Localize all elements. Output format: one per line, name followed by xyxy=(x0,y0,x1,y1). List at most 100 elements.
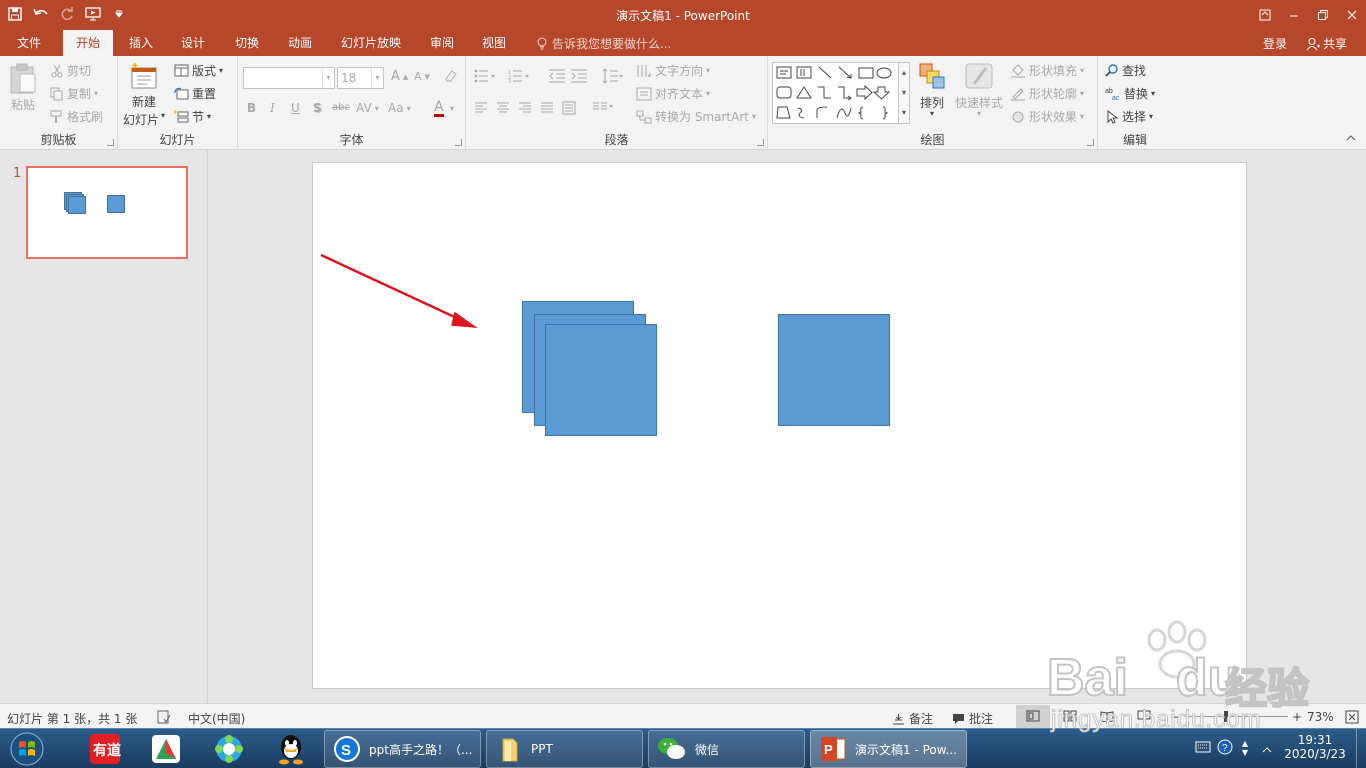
login-link[interactable]: 登录 xyxy=(1263,35,1287,52)
youdao-icon[interactable]: 有道 xyxy=(80,731,130,767)
quick-styles-icon xyxy=(965,63,993,89)
underline-button[interactable]: U xyxy=(291,101,300,115)
taskbar-task-powerpoint[interactable]: P 演示文稿1 - Pow... xyxy=(810,730,967,768)
notes-button[interactable]: 备注 xyxy=(892,710,933,727)
bullets-icon[interactable] xyxy=(474,69,496,83)
bold-button[interactable]: B xyxy=(247,101,256,115)
tab-insert[interactable]: 插入 xyxy=(118,30,164,56)
arrange-button[interactable]: 排列 ▾ xyxy=(918,62,946,118)
app-colorful-icon[interactable] xyxy=(141,731,191,767)
paste-button[interactable]: 粘贴 xyxy=(8,62,38,113)
taskbar-task-sogou[interactable]: S ppt高手之路！（... xyxy=(324,730,481,768)
italic-button[interactable]: I xyxy=(270,101,275,115)
tab-home[interactable]: 开始 xyxy=(63,30,113,56)
tell-me-box[interactable]: 告诉我您想要做什么... xyxy=(536,35,671,52)
shapes-gallery[interactable] xyxy=(772,62,899,124)
text-direction-label: 文字方向 xyxy=(655,64,704,78)
layout-button[interactable]: 版式 ▾ xyxy=(174,62,223,79)
drawing-dialog-launcher[interactable] xyxy=(1087,139,1094,146)
spellcheck-icon[interactable] xyxy=(157,710,171,724)
align-left-icon[interactable] xyxy=(474,102,488,114)
font-name-combo[interactable]: ▾ xyxy=(243,67,335,89)
text-direction-button[interactable]: 文字方向 ▾ xyxy=(636,62,710,79)
share-button[interactable]: 共享 xyxy=(1300,33,1353,54)
start-button[interactable] xyxy=(2,731,52,767)
new-slide-button[interactable]: 新建 幻灯片 ▾ xyxy=(123,62,165,128)
tray-expand-icon[interactable] xyxy=(1262,743,1272,757)
tab-design[interactable]: 设计 xyxy=(170,30,216,56)
taskbar-task-explorer[interactable]: PPT xyxy=(486,730,643,768)
align-text-button[interactable]: 对齐文本 ▾ xyxy=(636,85,710,102)
clear-formatting-icon[interactable] xyxy=(443,68,458,83)
increase-indent-icon[interactable] xyxy=(570,69,588,83)
keyboard-icon[interactable] xyxy=(1195,741,1211,756)
fit-to-window-icon[interactable] xyxy=(1345,710,1359,724)
shadow-button[interactable]: S xyxy=(313,101,322,115)
cut-button[interactable]: 剪切 xyxy=(50,62,91,79)
ribbon-display-options-icon[interactable] xyxy=(1250,0,1279,30)
help-icon[interactable]: ? xyxy=(1217,739,1233,758)
thumb-shape xyxy=(68,196,86,214)
quick-styles-button[interactable]: 快速样式 ▾ xyxy=(955,62,1003,118)
align-center-icon[interactable] xyxy=(496,102,510,114)
tab-transitions[interactable]: 切换 xyxy=(224,30,270,56)
shape-outline-button[interactable]: 形状轮廓 ▾ xyxy=(1010,85,1084,102)
align-text-label: 对齐文本 xyxy=(655,87,704,101)
comment-icon xyxy=(953,713,964,724)
tab-slideshow[interactable]: 幻灯片放映 xyxy=(333,30,409,56)
format-painter-button[interactable]: 格式刷 xyxy=(50,108,103,125)
justify-icon[interactable] xyxy=(540,102,554,114)
tray-overflow-icon[interactable]: ▲ ▼ xyxy=(1242,739,1248,757)
show-desktop-button[interactable] xyxy=(1356,729,1366,768)
tab-review[interactable]: 审阅 xyxy=(419,30,465,56)
shape-effects-icon xyxy=(1012,111,1024,122)
collapse-ribbon-icon[interactable] xyxy=(1346,134,1356,145)
slide-thumbnail[interactable] xyxy=(26,166,188,259)
shrink-font-button[interactable]: A ▼ xyxy=(414,70,430,83)
replace-button[interactable]: ab ac 替换 ▾ xyxy=(1105,85,1155,102)
tab-animations[interactable]: 动画 xyxy=(277,30,323,56)
tab-file[interactable]: 文件 xyxy=(0,30,58,56)
grow-font-button[interactable]: A ▲ xyxy=(391,69,408,84)
comments-button[interactable]: 批注 xyxy=(952,710,993,727)
line-spacing-icon[interactable] xyxy=(602,68,624,84)
shape-effects-button[interactable]: 形状效果 ▾ xyxy=(1010,108,1084,125)
find-button[interactable]: 查找 xyxy=(1105,62,1146,79)
tab-view[interactable]: 视图 xyxy=(471,30,517,56)
columns-icon[interactable] xyxy=(592,102,614,114)
ribbon-tab-bar: 文件 开始 插入 设计 切换 动画 幻灯片放映 审阅 视图 告诉我您想要做什么.… xyxy=(0,30,1366,56)
convert-smartart-button[interactable]: 转换为 SmartArt ▾ xyxy=(636,108,756,125)
cursor-icon xyxy=(1107,109,1119,124)
app-flower-icon[interactable] xyxy=(204,731,254,767)
shapes-gallery-scroll[interactable]: ▴ ▾ ▾ xyxy=(899,62,910,124)
clipboard-dialog-launcher[interactable] xyxy=(107,139,114,146)
taskbar-task-wechat[interactable]: 微信 xyxy=(648,730,805,768)
distributed-icon[interactable] xyxy=(562,101,576,115)
font-dialog-launcher[interactable] xyxy=(455,139,462,146)
char-spacing-button[interactable]: AV ▾ xyxy=(356,101,379,115)
shape-fill-button[interactable]: 形状填充 ▾ xyxy=(1010,62,1084,79)
font-color-dropdown[interactable]: ▾ xyxy=(450,104,454,113)
change-case-button[interactable]: Aa ▾ xyxy=(388,101,411,115)
folder-icon xyxy=(502,738,518,762)
minimize-icon[interactable] xyxy=(1279,0,1308,30)
slide-info: 幻灯片 第 1 张，共 1 张 xyxy=(7,712,138,726)
align-right-icon[interactable] xyxy=(518,102,532,114)
section-button[interactable]: 节 ▾ xyxy=(174,108,211,125)
close-icon[interactable] xyxy=(1337,0,1366,30)
reset-button[interactable]: 重置 xyxy=(174,85,216,102)
thumbnail-pane: 1 xyxy=(0,150,208,703)
restore-icon[interactable] xyxy=(1308,0,1337,30)
font-size-combo[interactable]: 18 ▾ xyxy=(337,67,384,89)
paragraph-dialog-launcher[interactable] xyxy=(757,139,764,146)
qq-icon[interactable] xyxy=(266,731,316,767)
strikethrough-button[interactable]: abc xyxy=(332,102,350,113)
paste-label: 粘贴 xyxy=(10,98,35,112)
numbering-icon[interactable]: 123 xyxy=(508,69,530,83)
font-color-button[interactable]: A xyxy=(434,100,444,117)
language-indicator[interactable]: 中文(中国) xyxy=(188,710,245,727)
select-button[interactable]: 选择 ▾ xyxy=(1105,108,1153,125)
copy-button[interactable]: 复制 ▾ xyxy=(50,85,98,102)
decrease-indent-icon[interactable] xyxy=(548,69,566,83)
change-case-label: Aa xyxy=(388,101,404,115)
